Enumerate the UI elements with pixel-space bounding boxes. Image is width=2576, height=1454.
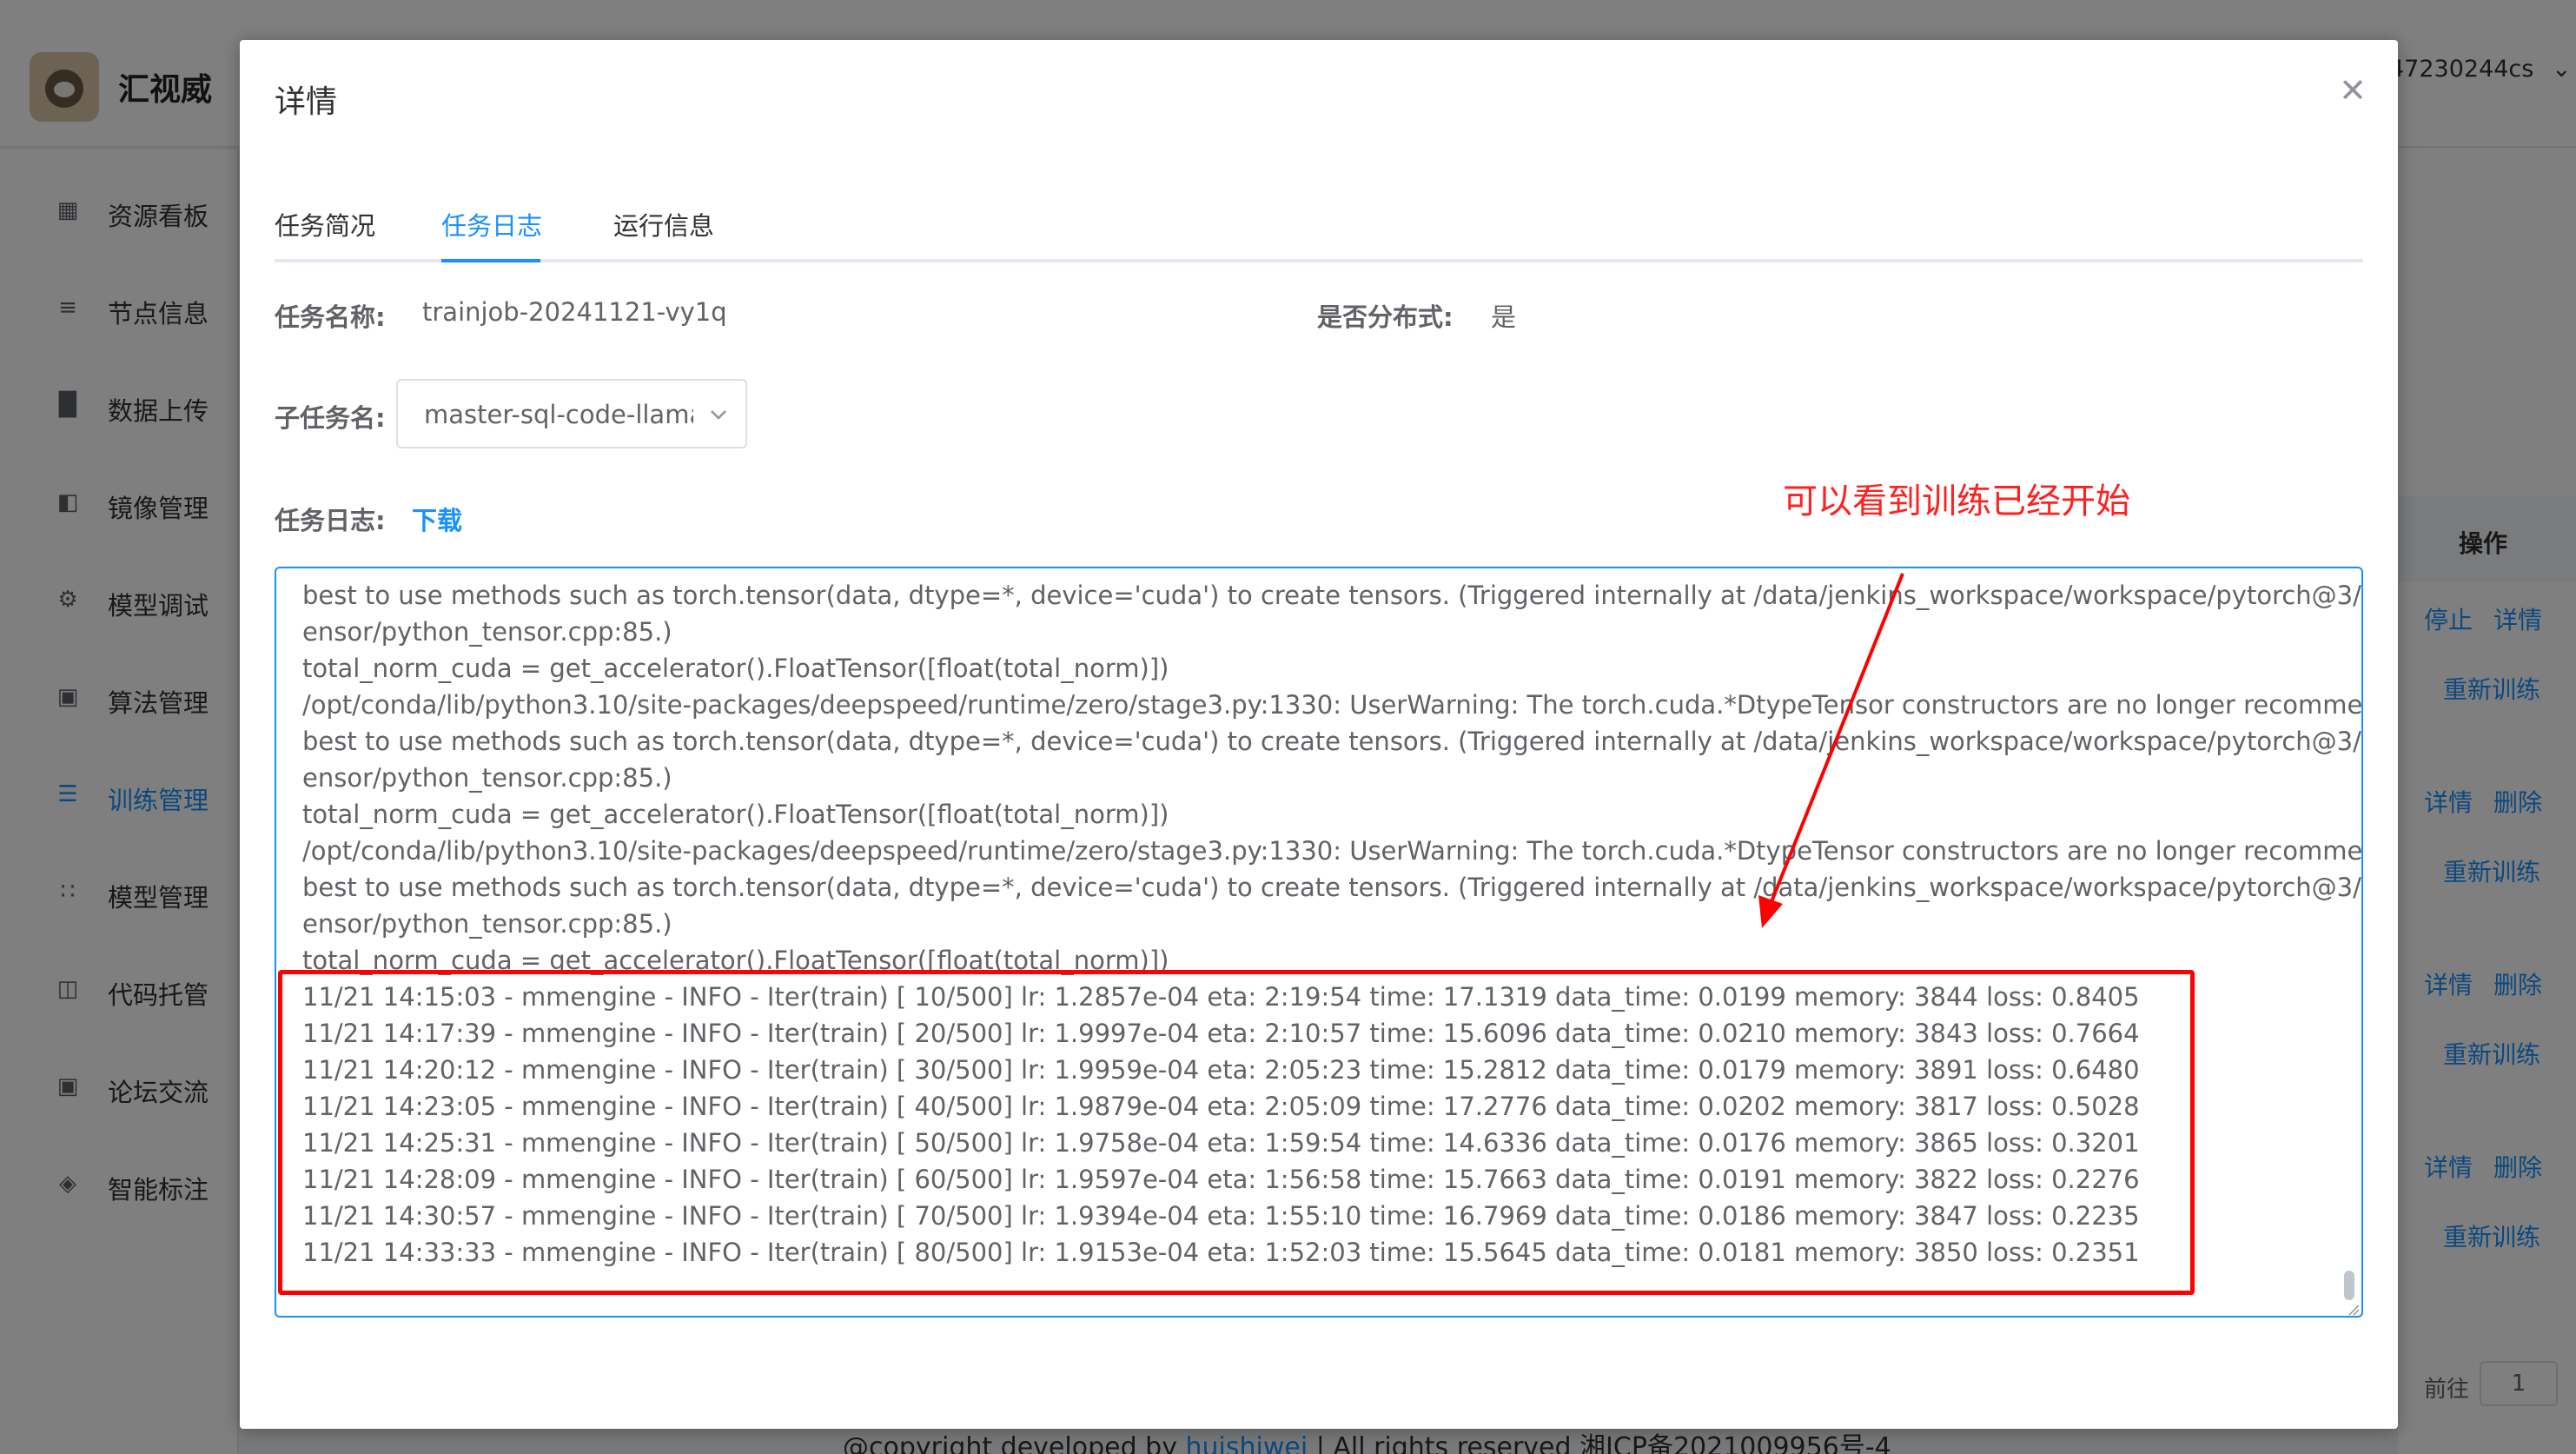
close-icon[interactable]: ✕ <box>2334 71 2372 110</box>
highlight-box <box>278 970 2195 1295</box>
tab-task-overview[interactable]: 任务简况 <box>275 202 375 262</box>
log-line: best to use methods such as torch.tensor… <box>302 873 2363 902</box>
tab-task-log[interactable]: 任务日志 <box>441 202 542 262</box>
distributed-value: 是 <box>1491 302 1517 332</box>
log-line: total_norm_cuda = get_accelerator().Floa… <box>302 800 1169 829</box>
log-line: total_norm_cuda = get_accelerator().Floa… <box>302 654 1169 683</box>
tab-run-info[interactable]: 运行信息 <box>613 202 714 262</box>
tab-bar: 任务简况 任务日志 运行信息 <box>275 202 2363 262</box>
tab-active-indicator <box>441 259 540 262</box>
subtask-select[interactable]: master-sql-code-llama- <box>396 379 747 448</box>
log-line: ensor/python_tensor.cpp:85.) <box>302 617 672 647</box>
log-line: best to use methods such as torch.tensor… <box>302 581 2363 610</box>
subtask-label: 子任务名: <box>275 403 386 433</box>
resize-handle-icon[interactable] <box>2348 1304 2360 1316</box>
annotation-text: 可以看到训练已经开始 <box>1783 481 2130 521</box>
log-line-partial <box>302 568 2327 577</box>
download-link[interactable]: 下载 <box>412 501 462 537</box>
task-name-label: 任务名称: <box>275 302 386 332</box>
dialog-title: 详情 <box>275 84 338 120</box>
chevron-down-icon <box>711 410 726 420</box>
task-log-label: 任务日志: <box>275 506 386 535</box>
distributed-label: 是否分布式: <box>1317 302 1454 332</box>
task-name-value: trainjob-20241121-vy1q <box>422 297 727 327</box>
log-line: /opt/conda/lib/python3.10/site-packages/… <box>302 836 2363 866</box>
log-line: ensor/python_tensor.cpp:85.) <box>302 909 672 939</box>
subtask-select-value: master-sql-code-llama- <box>424 400 693 429</box>
log-line: best to use methods such as torch.tensor… <box>302 727 2363 756</box>
log-line: ensor/python_tensor.cpp:85.) <box>302 763 672 793</box>
log-line: /opt/conda/lib/python3.10/site-packages/… <box>302 690 2363 720</box>
scrollbar-thumb[interactable] <box>2344 1271 2354 1300</box>
